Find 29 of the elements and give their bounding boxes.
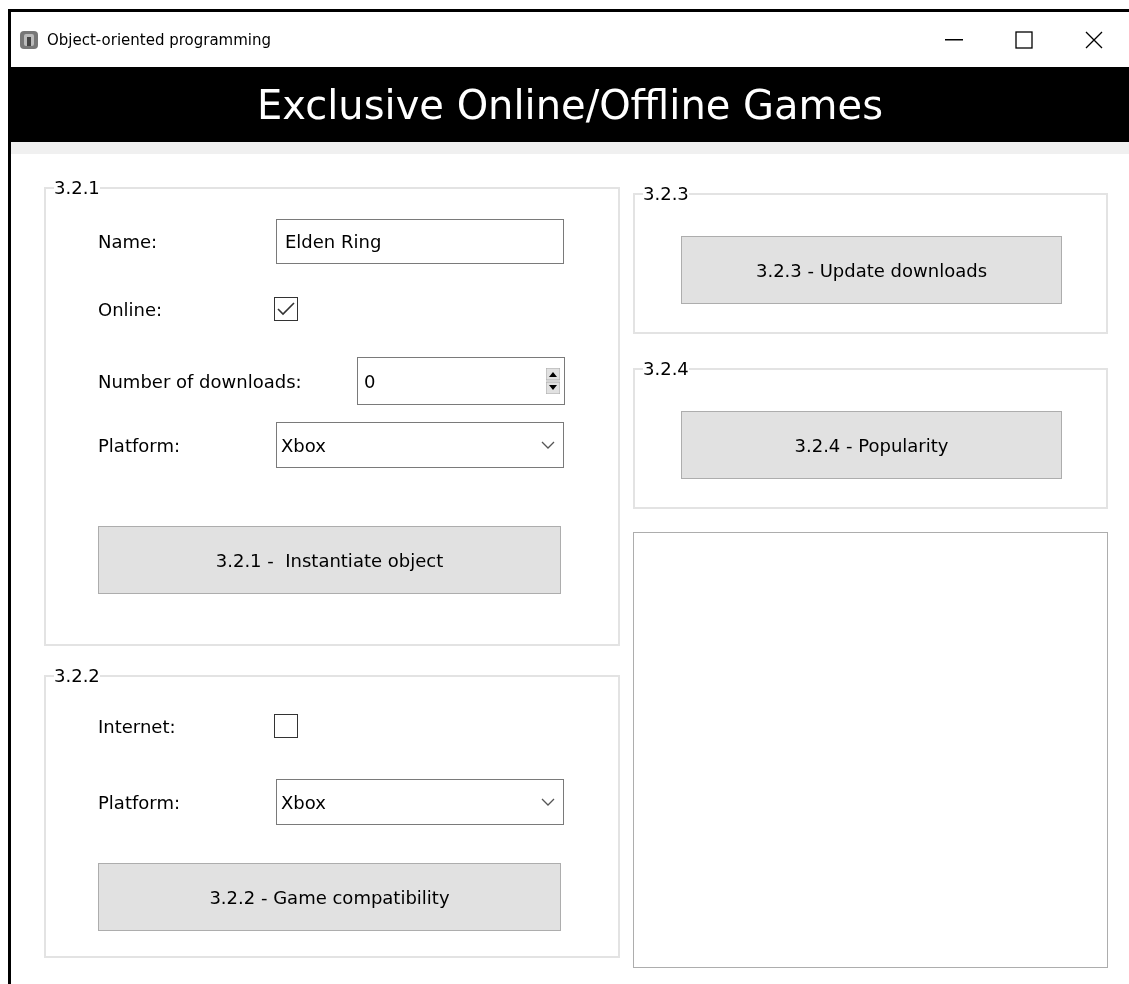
field-label: Online: [98,298,164,320]
close-icon [1085,30,1103,49]
field-label: Name: [98,230,159,252]
header-title: Exclusive Online/Offline Games [257,81,883,128]
field-label: Number of downloads: [98,370,303,392]
spinner-arrows-icon[interactable] [546,368,560,394]
field-label: Platform: [98,434,181,456]
action-button[interactable]: 3.2.3 - Update downloads [681,236,1062,304]
chevron-down-icon [541,441,555,449]
action-button[interactable]: 3.2.1 - Instantiate object [98,526,561,594]
group-title: 3.2.1 [54,178,100,198]
checkbox[interactable] [274,297,298,321]
field-label: Internet: [98,715,177,737]
action-button[interactable]: 3.2.4 - Popularity [681,411,1062,479]
platform-dropdown[interactable]: Xbox [276,779,564,825]
app-icon [19,29,39,50]
group-title: 3.2.4 [643,359,689,379]
minimize-icon [945,38,963,41]
checkbox[interactable] [274,714,298,738]
platform-dropdown[interactable]: Xbox [276,422,564,468]
group-title: 3.2.2 [54,666,100,686]
action-button[interactable]: 3.2.2 - Game compatibility [98,863,561,931]
name-field[interactable]: Elden Ring [276,218,564,264]
group-title: 3.2.3 [643,184,689,204]
maximize-icon [1015,30,1033,49]
field-label: Platform: [98,791,181,813]
number-field[interactable]: 0 [357,357,565,405]
chevron-down-icon [541,798,555,806]
window-title: Object-oriented programming [47,30,273,49]
